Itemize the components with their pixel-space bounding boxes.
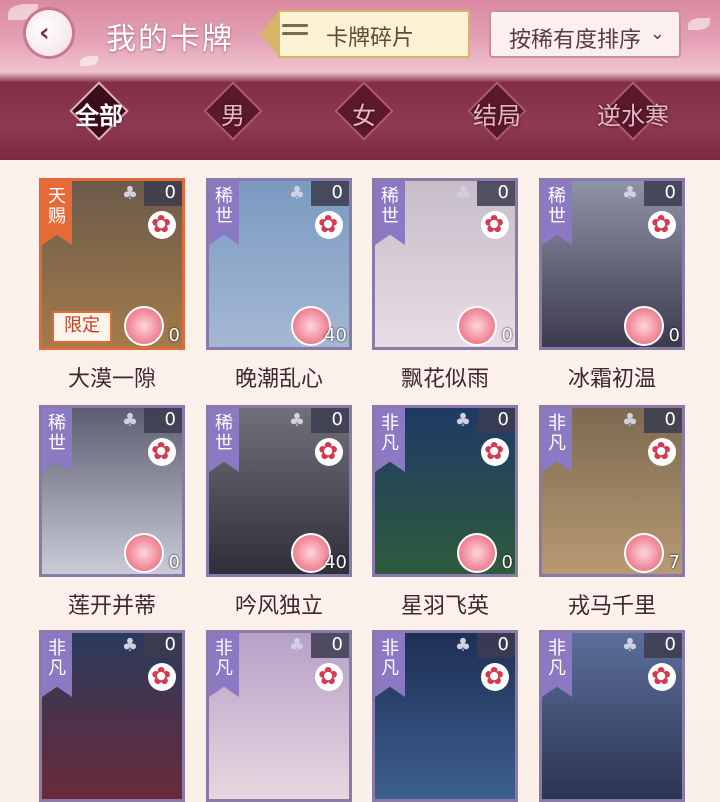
card-count: 0 bbox=[311, 633, 349, 658]
clover-icon: ♣ bbox=[621, 635, 638, 656]
petal-decoration bbox=[688, 18, 710, 30]
card-name: 冰霜初温 bbox=[567, 367, 656, 392]
card-item[interactable]: 稀世♣00 bbox=[39, 405, 185, 577]
plum-blossom-icon bbox=[148, 210, 176, 239]
limited-badge: 限定 bbox=[52, 311, 112, 343]
clover-icon: ♣ bbox=[454, 410, 471, 431]
sort-dropdown[interactable]: 按稀有度排序 ⌄ bbox=[489, 10, 681, 58]
card-count: 0 bbox=[311, 408, 349, 433]
plum-blossom-icon bbox=[481, 662, 509, 691]
clover-icon: ♣ bbox=[621, 410, 638, 431]
card-level: 7 bbox=[668, 552, 680, 573]
card-name: 飘花似雨 bbox=[400, 367, 489, 392]
tab-nishuihan[interactable]: 逆水寒 bbox=[582, 81, 702, 150]
card-name: 星羽飞英 bbox=[400, 594, 489, 619]
card-item[interactable]: 非凡♣07 bbox=[539, 405, 685, 577]
card-level: 40 bbox=[324, 552, 347, 573]
card-count: 0 bbox=[644, 408, 682, 433]
card-name: 戎马千里 bbox=[567, 594, 656, 619]
card-item[interactable]: 非凡 ♣ 0 bbox=[539, 630, 685, 802]
filter-tab-bar: 全部 男 女 结局 逆水寒 bbox=[0, 72, 720, 160]
card-count: 0 bbox=[311, 181, 349, 206]
card-item[interactable]: 稀世♣040 bbox=[206, 178, 352, 350]
plum-blossom-icon bbox=[315, 662, 343, 691]
clover-icon: ♣ bbox=[121, 635, 138, 656]
card-item[interactable]: 稀世♣00 bbox=[539, 178, 685, 350]
card-item[interactable]: 天赐♣00限定 bbox=[39, 178, 185, 350]
card-item[interactable]: 非凡 ♣ 0 bbox=[372, 630, 518, 802]
plum-blossom-icon bbox=[481, 437, 509, 466]
card-count: 0 bbox=[144, 633, 182, 658]
card-name: 晚潮乱心 bbox=[234, 367, 323, 392]
plum-blossom-icon bbox=[315, 210, 343, 239]
tab-male[interactable]: 男 bbox=[182, 81, 302, 150]
level-seal-icon: 40 bbox=[291, 306, 347, 346]
sort-label: 按稀有度排序 bbox=[509, 28, 642, 53]
level-seal-icon: 7 bbox=[624, 533, 680, 573]
card-item[interactable]: 非凡 ♣ 0 bbox=[39, 630, 185, 802]
card-fragments-button[interactable]: 卡牌碎片 bbox=[260, 10, 470, 58]
clover-icon: ♣ bbox=[288, 183, 305, 204]
card-level: 0 bbox=[168, 552, 180, 573]
level-seal-icon: 0 bbox=[457, 306, 513, 346]
petal-decoration bbox=[80, 56, 98, 66]
back-arrow-icon: ‹ bbox=[39, 18, 50, 48]
plum-blossom-icon bbox=[648, 210, 676, 239]
card-item[interactable]: 非凡 ♣ 0 bbox=[206, 630, 352, 802]
card-count: 0 bbox=[144, 408, 182, 433]
page-title: 我的卡牌 bbox=[106, 22, 234, 57]
card-name: 吟风独立 bbox=[234, 594, 323, 619]
card-name: 莲开并蒂 bbox=[67, 594, 156, 619]
plum-blossom-icon bbox=[148, 662, 176, 691]
tab-female[interactable]: 女 bbox=[313, 81, 433, 150]
level-seal-icon: 0 bbox=[457, 533, 513, 573]
card-item[interactable]: 稀世♣040 bbox=[206, 405, 352, 577]
card-level: 40 bbox=[324, 325, 347, 346]
plum-blossom-icon bbox=[481, 210, 509, 239]
clover-icon: ♣ bbox=[454, 635, 471, 656]
card-name: 大漠一隙 bbox=[67, 367, 156, 392]
card-grid: 天赐♣00限定大漠一隙稀世♣040晚潮乱心稀世♣00飘花似雨稀世♣00冰霜初温稀… bbox=[0, 160, 720, 802]
level-seal-icon: 0 bbox=[624, 306, 680, 346]
clover-icon: ♣ bbox=[288, 410, 305, 431]
card-level: 0 bbox=[668, 325, 680, 346]
plum-blossom-icon bbox=[148, 437, 176, 466]
level-seal-icon: 40 bbox=[291, 533, 347, 573]
card-item[interactable]: 非凡♣00 bbox=[372, 405, 518, 577]
clover-icon: ♣ bbox=[288, 635, 305, 656]
card-count: 0 bbox=[477, 408, 515, 433]
swap-icon bbox=[282, 19, 308, 45]
card-count: 0 bbox=[144, 181, 182, 206]
header-bar: ‹ 我的卡牌 卡牌碎片 按稀有度排序 ⌄ bbox=[0, 0, 720, 72]
tab-ending[interactable]: 结局 bbox=[446, 81, 566, 150]
level-seal-icon: 0 bbox=[124, 306, 180, 346]
plum-blossom-icon bbox=[648, 662, 676, 691]
clover-icon: ♣ bbox=[621, 183, 638, 204]
card-count: 0 bbox=[477, 633, 515, 658]
clover-icon: ♣ bbox=[454, 183, 471, 204]
plum-blossom-icon bbox=[315, 437, 343, 466]
back-button[interactable]: ‹ bbox=[26, 10, 72, 56]
card-level: 0 bbox=[168, 325, 180, 346]
chevron-down-icon: ⌄ bbox=[649, 23, 665, 44]
card-count: 0 bbox=[644, 181, 682, 206]
card-level: 0 bbox=[501, 325, 513, 346]
card-level: 0 bbox=[501, 552, 513, 573]
plum-blossom-icon bbox=[648, 437, 676, 466]
card-fragments-label: 卡牌碎片 bbox=[326, 26, 415, 51]
card-count: 0 bbox=[644, 633, 682, 658]
arrow-tip-decoration bbox=[260, 10, 280, 58]
clover-icon: ♣ bbox=[121, 183, 138, 204]
level-seal-icon: 0 bbox=[124, 533, 180, 573]
card-item[interactable]: 稀世♣00 bbox=[372, 178, 518, 350]
clover-icon: ♣ bbox=[121, 410, 138, 431]
tab-all[interactable]: 全部 bbox=[48, 81, 168, 150]
card-count: 0 bbox=[477, 181, 515, 206]
